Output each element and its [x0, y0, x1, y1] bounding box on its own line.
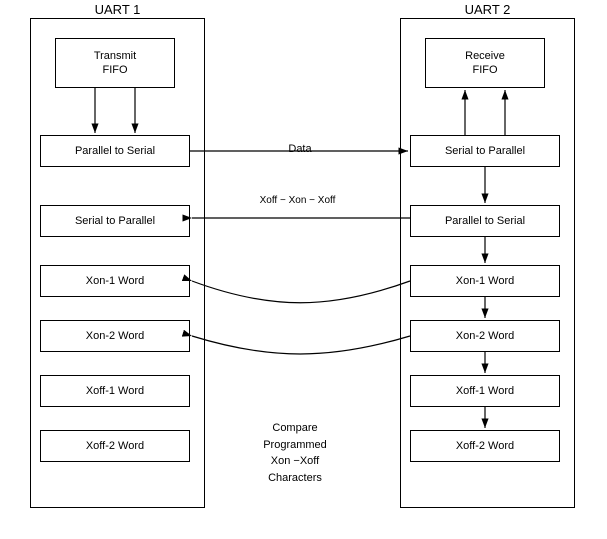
serial-to-parallel-1: Serial to Parallel — [40, 205, 190, 237]
xoff-xon-label: Xoff − Xon − Xoff — [220, 195, 375, 206]
parallel-to-serial-2: Parallel to Serial — [410, 205, 560, 237]
uart2-label: UART 2 — [400, 2, 575, 17]
xoff2-word-1: Xoff-2 Word — [40, 430, 190, 462]
receive-fifo: ReceiveFIFO — [425, 38, 545, 88]
xon2-word-1: Xon-2 Word — [40, 320, 190, 352]
compare-label: CompareProgrammedXon −XoffCharacters — [215, 420, 375, 486]
transmit-fifo: TransmitFIFO — [55, 38, 175, 88]
uart1-label: UART 1 — [30, 2, 205, 17]
serial-to-parallel-2: Serial to Parallel — [410, 135, 560, 167]
xoff1-word-2: Xoff-1 Word — [410, 375, 560, 407]
xoff2-word-2: Xoff-2 Word — [410, 430, 560, 462]
parallel-to-serial-1: Parallel to Serial — [40, 135, 190, 167]
data-label: Data — [265, 143, 335, 155]
xon2-word-2: Xon-2 Word — [410, 320, 560, 352]
diagram-container: UART 1 UART 2 TransmitFIFO Parallel to S… — [0, 0, 607, 539]
xon1-word-1: Xon-1 Word — [40, 265, 190, 297]
xoff1-word-1: Xoff-1 Word — [40, 375, 190, 407]
xon1-word-2: Xon-1 Word — [410, 265, 560, 297]
